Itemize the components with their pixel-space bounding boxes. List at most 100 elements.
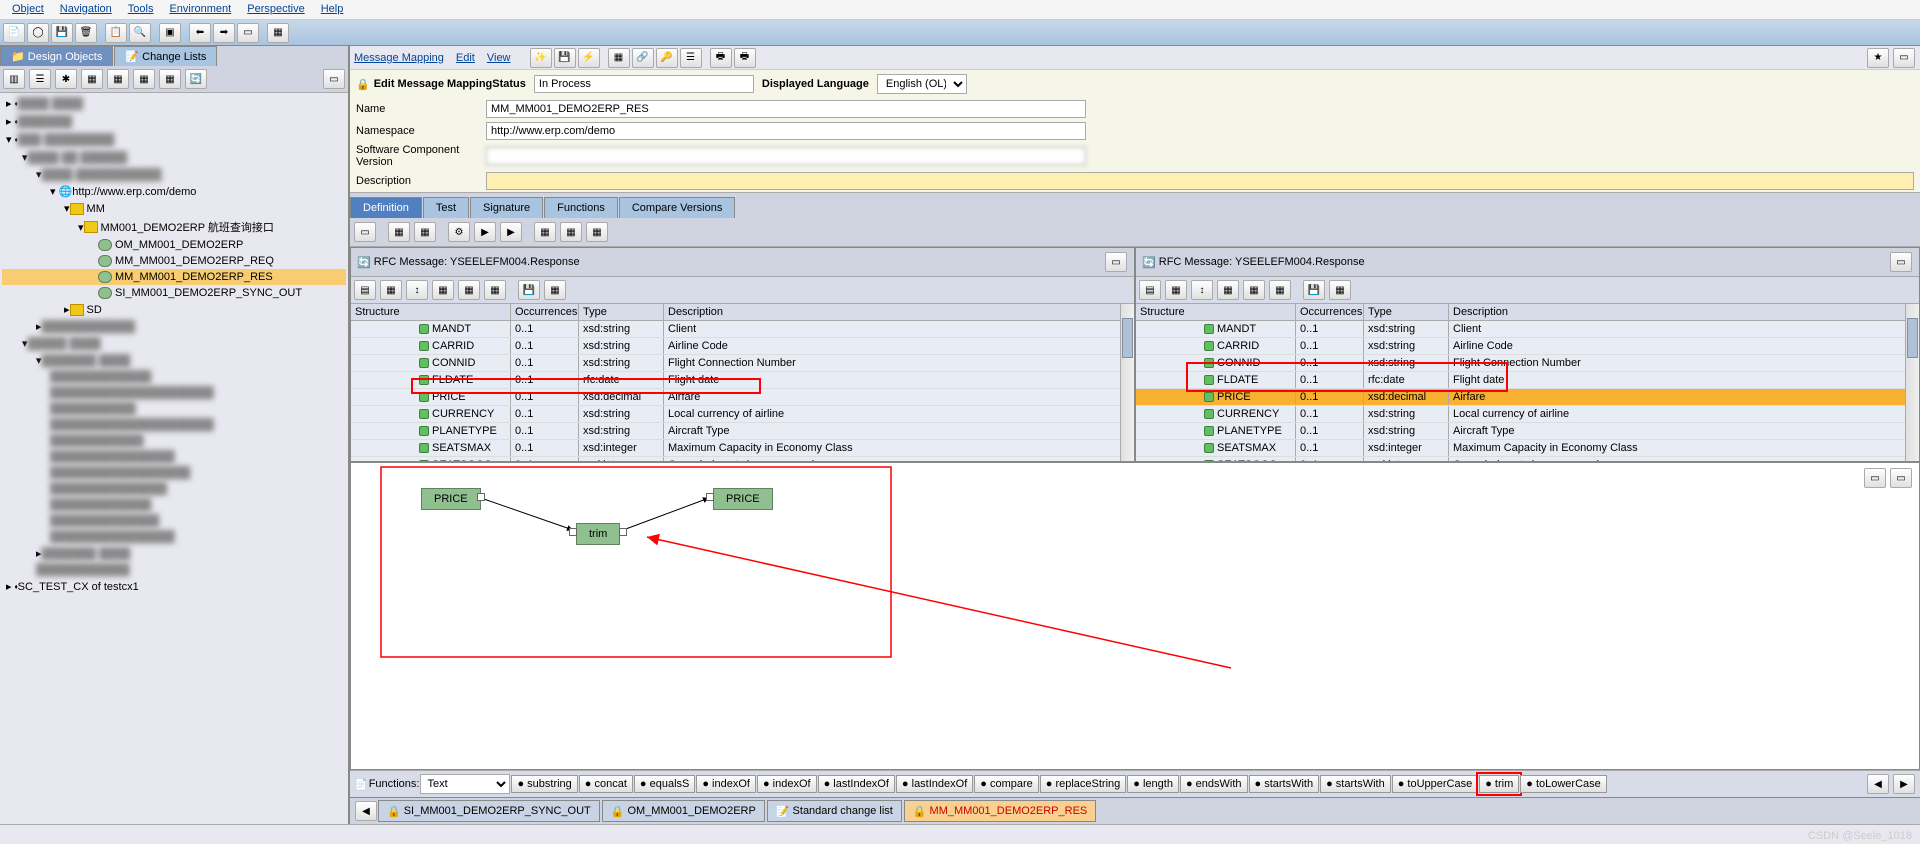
nav-btn-5[interactable]: ▦ bbox=[107, 69, 129, 89]
source-grid[interactable]: Structure Occurrences Type Description M… bbox=[351, 304, 1120, 461]
tgt-tb2[interactable]: ▦ bbox=[1165, 280, 1187, 300]
tree-mm001[interactable]: ▾ MM001_DEMO2ERP 航班查询接口 bbox=[2, 217, 346, 237]
menu-help[interactable]: Help bbox=[313, 0, 352, 19]
tab-compare[interactable]: Compare Versions bbox=[619, 197, 736, 218]
grid-row-connid[interactable]: CONNID0..1xsd:stringFlight Connection Nu… bbox=[351, 355, 1120, 372]
grid-row-seatsocc[interactable]: SEATSOCC0..1xsd:integerOccupied seats in… bbox=[351, 457, 1120, 461]
fn-replaceString[interactable]: ● replaceString bbox=[1040, 775, 1127, 793]
grid-row-carrid[interactable]: CARRID0..1xsd:stringAirline Code bbox=[351, 338, 1120, 355]
fwd-icon[interactable]: ➡ bbox=[213, 23, 235, 43]
bot-tab-om[interactable]: 🔒OM_MM001_DEMO2ERP bbox=[602, 800, 765, 822]
nav-btn-3[interactable]: ✱ bbox=[55, 69, 77, 89]
menu-navigation[interactable]: Navigation bbox=[52, 0, 120, 19]
star-icon[interactable]: ★ bbox=[1867, 48, 1889, 68]
key-icon[interactable]: 🔑 bbox=[656, 48, 678, 68]
fn-indexOf[interactable]: ● indexOf bbox=[757, 775, 817, 793]
fn-lastIndexOf[interactable]: ● lastIndexOf bbox=[818, 775, 895, 793]
src-tb7[interactable]: 💾 bbox=[518, 280, 540, 300]
src-win-icon[interactable]: ▭ bbox=[1105, 252, 1127, 272]
grid-row-carrid[interactable]: CARRID0..1xsd:stringAirline Code bbox=[1136, 338, 1905, 355]
back-icon[interactable]: ⬅ bbox=[189, 23, 211, 43]
layout-icon[interactable]: ▦ bbox=[267, 23, 289, 43]
max-icon[interactable]: ▭ bbox=[1893, 48, 1915, 68]
nav-btn-6[interactable]: ▦ bbox=[133, 69, 155, 89]
def-btn-6[interactable]: ▶ bbox=[500, 222, 522, 242]
refresh2-icon[interactable]: 🔄 bbox=[1142, 256, 1156, 269]
grid-row-mandt[interactable]: MANDT0..1xsd:stringClient bbox=[351, 321, 1120, 338]
box3-icon[interactable]: ▦ bbox=[608, 48, 630, 68]
activate-icon[interactable]: ⚡ bbox=[578, 48, 600, 68]
fn-endsWith[interactable]: ● endsWith bbox=[1180, 775, 1248, 793]
src-scrollbar[interactable] bbox=[1120, 304, 1134, 461]
bot-tab-si[interactable]: 🔒SI_MM001_DEMO2ERP_SYNC_OUT bbox=[378, 800, 600, 822]
name-field[interactable] bbox=[486, 100, 1086, 118]
fn-substring[interactable]: ● substring bbox=[511, 775, 577, 793]
new-icon[interactable]: 📄 bbox=[3, 23, 25, 43]
search-icon[interactable]: 🔍 bbox=[129, 23, 151, 43]
grid-row-fldate[interactable]: FLDATE0..1rfc:dateFlight date bbox=[351, 372, 1120, 389]
nav-btn-1[interactable]: ▥ bbox=[3, 69, 25, 89]
grid-row-planetype[interactable]: PLANETYPE0..1xsd:stringAircraft Type bbox=[351, 423, 1120, 440]
fn-left-icon[interactable]: ◀ bbox=[1867, 774, 1889, 794]
menu-environment[interactable]: Environment bbox=[161, 0, 239, 19]
nav-btn-7[interactable]: ▦ bbox=[159, 69, 181, 89]
map-target-node[interactable]: PRICE bbox=[713, 488, 773, 510]
menu-tools[interactable]: Tools bbox=[120, 0, 162, 19]
grid-row-mandt[interactable]: MANDT0..1xsd:stringClient bbox=[1136, 321, 1905, 338]
grid-row-currency[interactable]: CURRENCY0..1xsd:stringLocal currency of … bbox=[351, 406, 1120, 423]
target-grid[interactable]: Structure Occurrences Type Description M… bbox=[1136, 304, 1905, 461]
def-btn-4[interactable]: ⚙ bbox=[448, 222, 470, 242]
src-tb2[interactable]: ▦ bbox=[380, 280, 402, 300]
delete-icon[interactable]: 🗑 bbox=[75, 23, 97, 43]
tab-change-lists[interactable]: 📝 Change Lists bbox=[114, 46, 217, 66]
doc4-icon[interactable]: 🖶 bbox=[734, 48, 756, 68]
def-btn-5[interactable]: ▶ bbox=[474, 222, 496, 242]
fn-length[interactable]: ● length bbox=[1127, 775, 1179, 793]
save2-icon[interactable]: 💾 bbox=[554, 48, 576, 68]
tree-mm-folder[interactable]: ▾ MM bbox=[2, 200, 346, 217]
circle-icon[interactable]: ◯ bbox=[27, 23, 49, 43]
doc3-icon[interactable]: 🖶 bbox=[710, 48, 732, 68]
fn-trim[interactable]: ● trim bbox=[1479, 775, 1519, 793]
tree-req[interactable]: MM_MM001_DEMO2ERP_REQ bbox=[2, 253, 346, 269]
src-tb1[interactable]: ▤ bbox=[354, 280, 376, 300]
bot-left-icon[interactable]: ◀ bbox=[355, 801, 377, 821]
box-icon[interactable]: ▣ bbox=[159, 23, 181, 43]
tgt-tb7[interactable]: 💾 bbox=[1303, 280, 1325, 300]
lang-select[interactable]: English (OL) bbox=[877, 74, 967, 94]
fn-category-select[interactable]: Text bbox=[420, 774, 510, 794]
fn-toLowerCase[interactable]: ● toLowerCase bbox=[1520, 775, 1607, 793]
bot-tab-res[interactable]: 🔒MM_MM001_DEMO2ERP_RES bbox=[904, 800, 1096, 822]
menu-edit[interactable]: Edit bbox=[456, 52, 475, 64]
src-tb4[interactable]: ▦ bbox=[432, 280, 454, 300]
fn-startsWith[interactable]: ● startsWith bbox=[1320, 775, 1391, 793]
src-tb3[interactable]: ↕ bbox=[406, 280, 428, 300]
map-function-node[interactable]: trim bbox=[576, 523, 620, 545]
tree-sctest[interactable]: ▸ ⬪ SC_TEST_CX of testcx1 bbox=[2, 578, 346, 596]
bot-tab-changelist[interactable]: 📝Standard change list bbox=[767, 800, 902, 822]
tree-si[interactable]: SI_MM001_DEMO2ERP_SYNC_OUT bbox=[2, 285, 346, 301]
nav-min-icon[interactable]: ▭ bbox=[323, 69, 345, 89]
fn-equalsS[interactable]: ● equalsS bbox=[634, 775, 695, 793]
object-tree[interactable]: ▸ ⬪ ████ ████ ▸ ⬪ ███████ ▾ ⬪ ███ ██████… bbox=[0, 93, 348, 824]
tab-test[interactable]: Test bbox=[423, 197, 469, 218]
menu-message-mapping[interactable]: Message Mapping bbox=[354, 52, 444, 64]
tgt-tb3[interactable]: ↕ bbox=[1191, 280, 1213, 300]
def-btn-8[interactable]: ▦ bbox=[560, 222, 582, 242]
fn-concat[interactable]: ● concat bbox=[579, 775, 633, 793]
tgt-scrollbar[interactable] bbox=[1905, 304, 1919, 461]
tree-res[interactable]: MM_MM001_DEMO2ERP_RES bbox=[2, 269, 346, 285]
fn-toUpperCase[interactable]: ● toUpperCase bbox=[1392, 775, 1479, 793]
tgt-tb1[interactable]: ▤ bbox=[1139, 280, 1161, 300]
grid-row-seatsocc[interactable]: SEATSOCC0..1xsd:integerOccupied seats in… bbox=[1136, 457, 1905, 461]
scv-field[interactable] bbox=[486, 147, 1086, 165]
fn-lastIndexOf[interactable]: ● lastIndexOf bbox=[896, 775, 973, 793]
grid-row-currency[interactable]: CURRENCY0..1xsd:stringLocal currency of … bbox=[1136, 406, 1905, 423]
grid-row-connid[interactable]: CONNID0..1xsd:stringFlight Connection Nu… bbox=[1136, 355, 1905, 372]
src-tb6[interactable]: ▦ bbox=[484, 280, 506, 300]
src-tb5[interactable]: ▦ bbox=[458, 280, 480, 300]
canvas-btn2[interactable]: ▭ bbox=[1890, 468, 1912, 488]
mapping-canvas[interactable]: PRICE trim PRICE ▭ ▭ bbox=[350, 462, 1920, 770]
refresh-icon[interactable]: 🔄 bbox=[357, 256, 371, 269]
nav-btn-4[interactable]: ▦ bbox=[81, 69, 103, 89]
